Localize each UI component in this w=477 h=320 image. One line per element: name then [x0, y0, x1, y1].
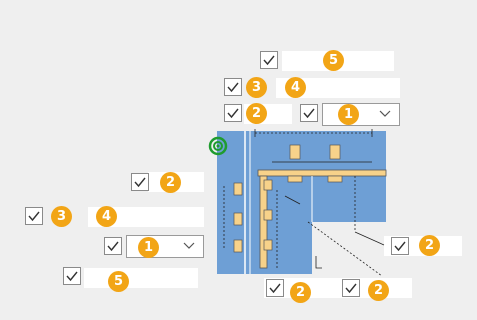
beam-top-flange [257, 169, 387, 177]
beam-panel-web [312, 174, 386, 222]
number-badge: 1 [138, 237, 159, 258]
connection-diagram [208, 129, 387, 277]
number-badge: 1 [338, 104, 359, 125]
beam-panel-top [312, 131, 386, 174]
